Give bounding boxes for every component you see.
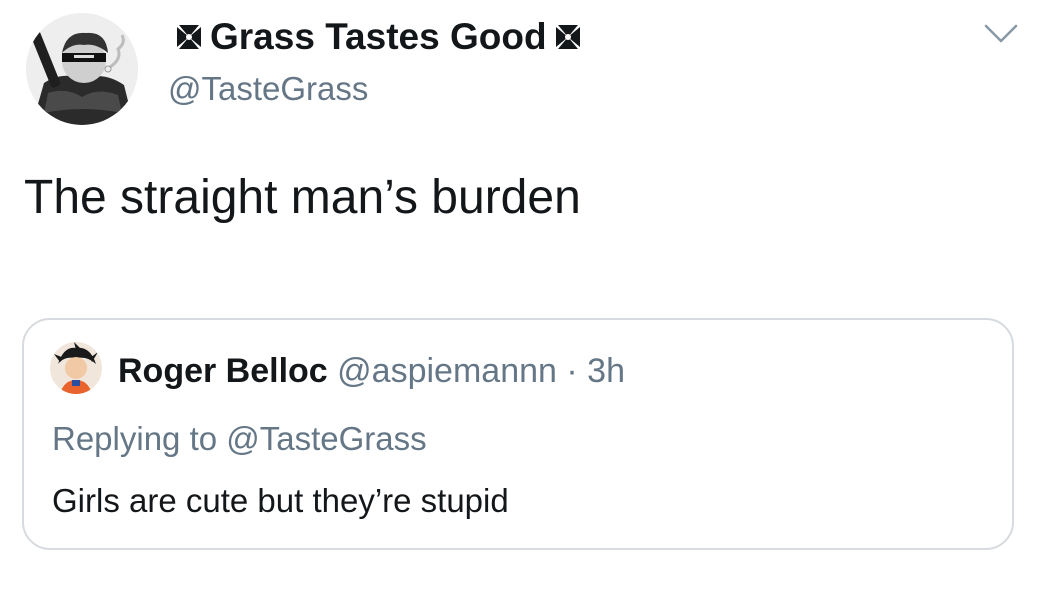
quoted-tweet-text: Girls are cute but they’re stupid [52,482,509,519]
quoted-author-handle[interactable]: @aspiemannn [337,352,557,390]
author-avatar[interactable] [26,13,138,125]
tweet-text: The straight man’s burden [24,171,581,224]
author-header: Grass Tastes Good @TasteGrass [168,14,589,110]
author-name-text: Grass Tastes Good [210,16,547,57]
separator-dot: · [566,352,578,390]
maltese-cross-icon [553,22,583,52]
chevron-down-icon [984,24,1018,43]
author-display-name[interactable]: Grass Tastes Good [168,14,589,60]
quoted-author-name[interactable]: Roger Belloc [118,352,328,390]
quoted-author-avatar[interactable] [50,342,102,394]
replying-to-label: Replying to @TasteGrass [52,420,427,457]
author-handle[interactable]: @TasteGrass [168,68,589,110]
quoted-timestamp[interactable]: 3h [587,352,625,390]
avatar-image [50,342,102,394]
tweet-card: Grass Tastes Good @TasteGrass The straig… [0,0,1040,610]
maltese-cross-icon [174,22,204,52]
quoted-tweet-card[interactable]: Roger Belloc @aspiemannn · 3h Replying t… [22,318,1014,550]
quoted-author-header: Roger Belloc @aspiemannn · 3h [118,350,625,392]
avatar-image [26,13,138,125]
tweet-menu-button[interactable] [983,22,1019,46]
